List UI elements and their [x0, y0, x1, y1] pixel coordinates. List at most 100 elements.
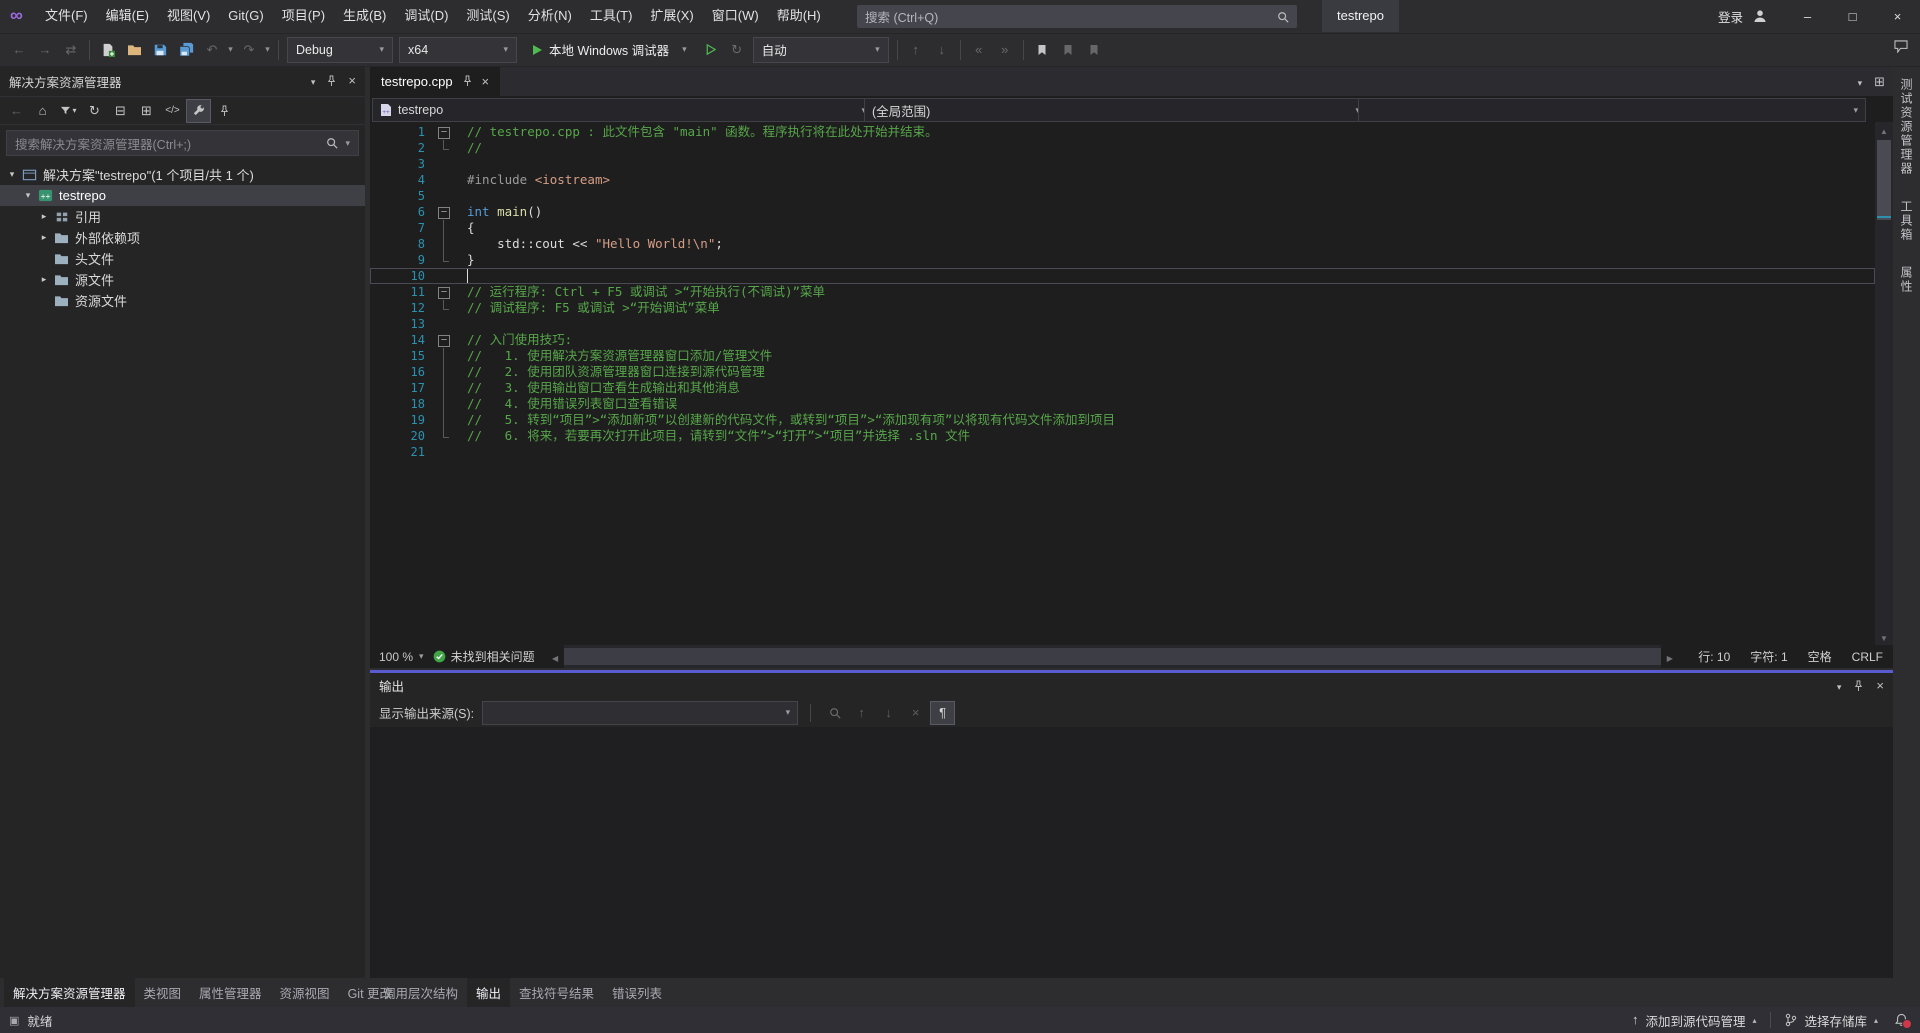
previous-method-icon[interactable]: ↑	[904, 37, 928, 63]
fold-collapse-icon[interactable]: –	[438, 335, 450, 347]
filter-dropdown-icon[interactable]: ▾	[57, 100, 80, 122]
close-panel-icon[interactable]: ×	[1876, 679, 1884, 693]
panel-tab-查找符号结果[interactable]: 查找符号结果	[510, 978, 603, 1007]
code-line[interactable]: 7{	[370, 220, 1875, 236]
code-line[interactable]: 18// 4. 使用错误列表窗口查看错误	[370, 396, 1875, 412]
code-line[interactable]: 21	[370, 444, 1875, 460]
fold-collapse-icon[interactable]: –	[438, 207, 450, 219]
select-repository-button[interactable]: 选择存储库	[1804, 1011, 1867, 1030]
health-check-icon[interactable]	[433, 650, 446, 663]
undo-dropdown-icon[interactable]: ▾	[225, 44, 236, 55]
tree-expander-icon[interactable]: ▾	[4, 169, 20, 180]
view-code-icon[interactable]: </>	[161, 100, 184, 122]
collapse-all-icon[interactable]: ⊟	[109, 100, 132, 122]
menu-file[interactable]: 文件(F)	[36, 0, 97, 32]
code-line[interactable]: 10	[370, 268, 1875, 284]
redo-dropdown-icon[interactable]: ▾	[262, 44, 273, 55]
vertical-scrollbar[interactable]: ▲ ▼	[1875, 122, 1893, 645]
word-wrap-icon[interactable]: ¶	[931, 702, 954, 724]
menu-help[interactable]: 帮助(H)	[768, 0, 830, 32]
hot-reload-mode-dropdown[interactable]: 自动▾	[753, 37, 889, 63]
menu-window[interactable]: 窗口(W)	[703, 0, 768, 32]
code-editor[interactable]: 1–// testrepo.cpp : 此文件包含 "main" 函数。程序执行…	[370, 122, 1893, 645]
horizontal-scrollbar[interactable]	[564, 645, 1662, 668]
tree-item[interactable]: 头文件	[0, 248, 365, 269]
tree-expander-icon[interactable]: ▸	[36, 232, 52, 243]
code-line[interactable]: 15// 1. 使用解决方案资源管理器窗口添加/管理文件	[370, 348, 1875, 364]
platform-dropdown[interactable]: x64▾	[399, 37, 517, 63]
active-files-dropdown-icon[interactable]: ▾	[1858, 74, 1863, 89]
side-tab-属性[interactable]: 属性	[1898, 266, 1915, 294]
panel-tab-类视图[interactable]: 类视图	[135, 978, 191, 1007]
side-tab-测试资源管理器[interactable]: 测试资源管理器	[1898, 78, 1915, 176]
pin-icon[interactable]	[213, 100, 236, 122]
pin-icon[interactable]	[326, 75, 337, 87]
panel-tab-属性管理器[interactable]: 属性管理器	[190, 978, 271, 1007]
menu-analyze[interactable]: 分析(N)	[519, 0, 581, 32]
fold-collapse-icon[interactable]: –	[438, 127, 450, 139]
start-debugging-button[interactable]: 本地 Windows 调试器▾	[522, 37, 696, 63]
scroll-down-icon[interactable]: ▼	[1875, 629, 1893, 645]
output-source-dropdown[interactable]: ▾	[482, 701, 798, 725]
background-tasks-icon[interactable]: ▣	[9, 1013, 19, 1027]
previous-bookmark-icon[interactable]	[1056, 37, 1080, 63]
close-window-button[interactable]: ×	[1875, 0, 1920, 32]
code-line[interactable]: 19// 5. 转到“项目”>“添加新项”以创建新的代码文件，或转到“项目”>“…	[370, 412, 1875, 428]
menu-debug[interactable]: 调试(D)	[395, 0, 457, 32]
code-line[interactable]: 4#include <iostream>	[370, 172, 1875, 188]
back-icon[interactable]: ←	[7, 37, 31, 63]
pin-icon[interactable]	[1853, 680, 1864, 692]
status-eol[interactable]: CRLF	[1852, 650, 1883, 664]
menu-build[interactable]: 生成(B)	[334, 0, 395, 32]
find-message-icon[interactable]	[823, 702, 846, 724]
menu-edit[interactable]: 编辑(E)	[97, 0, 158, 32]
scroll-left-icon[interactable]: ◀	[547, 650, 564, 664]
tree-item[interactable]: ▾解决方案"testrepo"(1 个项目/共 1 个)	[0, 164, 365, 185]
tree-item[interactable]: ▾++testrepo	[0, 185, 365, 206]
back-icon[interactable]: ←	[5, 100, 28, 122]
undo-icon[interactable]: ↶	[200, 37, 224, 63]
open-file-icon[interactable]	[122, 37, 146, 63]
menu-test[interactable]: 测试(S)	[457, 0, 518, 32]
window-position-icon[interactable]: ▾	[311, 74, 316, 88]
maximize-button[interactable]: □	[1830, 0, 1875, 32]
close-tab-icon[interactable]: ×	[482, 75, 490, 88]
menu-view[interactable]: 视图(V)	[158, 0, 219, 32]
project-dropdown[interactable]: ++ testrepo ▾	[372, 98, 874, 122]
output-content[interactable]	[370, 727, 1893, 978]
save-all-icon[interactable]	[174, 37, 198, 63]
save-icon[interactable]	[148, 37, 172, 63]
home-icon[interactable]: ⌂	[31, 100, 54, 122]
side-tab-工具箱[interactable]: 工具箱	[1898, 200, 1915, 242]
quick-search-box[interactable]: 搜索 (Ctrl+Q)	[857, 5, 1297, 28]
scope-dropdown[interactable]: (全局范围) ▾	[864, 98, 1368, 122]
next-bookmark-icon[interactable]	[1082, 37, 1106, 63]
user-avatar-icon[interactable]	[1753, 9, 1767, 23]
properties-icon[interactable]	[187, 100, 210, 122]
zoom-dropdown[interactable]: 100 % ▾	[370, 650, 433, 664]
refresh-icon[interactable]: ↻	[83, 100, 106, 122]
panel-tab-调用层次结构[interactable]: 调用层次结构	[374, 978, 467, 1007]
code-line[interactable]: 1–// testrepo.cpp : 此文件包含 "main" 函数。程序执行…	[370, 124, 1875, 140]
code-line[interactable]: 16// 2. 使用团队资源管理器窗口连接到源代码管理	[370, 364, 1875, 380]
search-icon[interactable]	[1277, 11, 1289, 23]
menu-extensions[interactable]: 扩展(X)	[641, 0, 702, 32]
fold-collapse-icon[interactable]: –	[438, 287, 450, 299]
jump-previous-icon[interactable]: ↑	[850, 702, 873, 724]
code-line[interactable]: 9}	[370, 252, 1875, 268]
code-line[interactable]: 8 std::cout << "Hello World!\n";	[370, 236, 1875, 252]
code-line[interactable]: 11–// 运行程序: Ctrl + F5 或调试 >“开始执行(不调试)”菜单	[370, 284, 1875, 300]
code-line[interactable]: 6–int main()	[370, 204, 1875, 220]
notifications-button[interactable]	[1895, 1013, 1908, 1027]
code-line[interactable]: 2//	[370, 140, 1875, 156]
send-feedback-icon[interactable]	[1894, 40, 1908, 53]
scroll-right-icon[interactable]: ▶	[1661, 650, 1678, 664]
code-line[interactable]: 20// 6. 将来，若要再次打开此项目，请转到“文件”>“打开”>“项目”并选…	[370, 428, 1875, 444]
panel-tab-解决方案资源管理器[interactable]: 解决方案资源管理器	[4, 978, 135, 1007]
menu-project[interactable]: 项目(P)	[273, 0, 334, 32]
code-line[interactable]: 14–// 入门使用技巧:	[370, 332, 1875, 348]
toggle-bookmark-icon[interactable]	[1030, 37, 1054, 63]
scrollbar-thumb[interactable]	[1877, 140, 1891, 220]
code-line[interactable]: 13	[370, 316, 1875, 332]
code-line[interactable]: 5	[370, 188, 1875, 204]
